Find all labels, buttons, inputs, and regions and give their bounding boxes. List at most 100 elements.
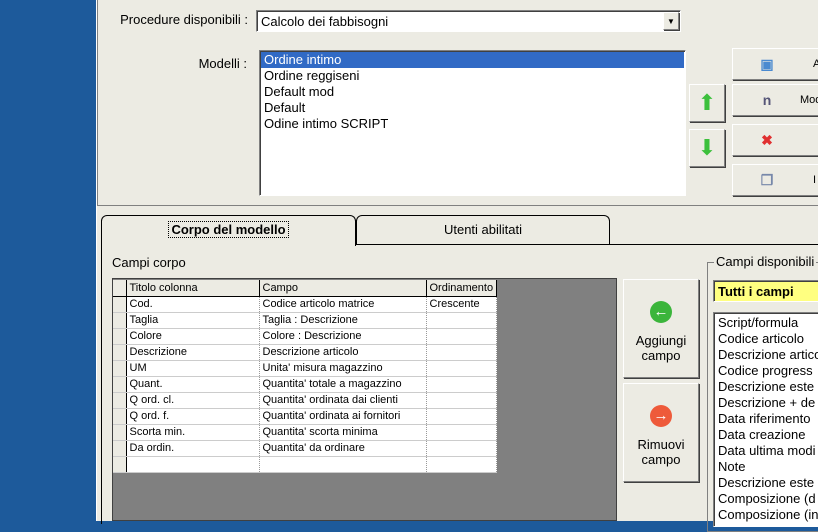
table-cell[interactable] bbox=[426, 408, 498, 425]
table-cell[interactable] bbox=[426, 424, 498, 441]
rename-icon: n bbox=[762, 92, 772, 108]
row-selector[interactable] bbox=[113, 344, 127, 361]
table-cell[interactable]: Quantita' ordinata dai clienti bbox=[259, 392, 427, 409]
table-cell[interactable] bbox=[426, 328, 498, 345]
table-row[interactable]: Taglia Taglia : Descrizione bbox=[113, 312, 498, 329]
table-cell[interactable]: Descrizione articolo bbox=[259, 344, 427, 361]
copy-icon: ❐ bbox=[760, 172, 774, 188]
available-field-item[interactable]: Codice progress bbox=[714, 363, 818, 379]
available-field-item[interactable]: Descrizione artico bbox=[714, 347, 818, 363]
procedure-combo[interactable]: Calcolo dei fabbisogni ▼ bbox=[256, 10, 681, 32]
add-field-label: Aggiungi campo bbox=[635, 333, 687, 363]
available-field-item[interactable]: Codice articolo bbox=[714, 331, 818, 347]
table-cell[interactable]: Colore : Descrizione bbox=[259, 328, 427, 345]
column-header[interactable]: Ordinamento bbox=[426, 280, 498, 297]
table-cell[interactable]: Quantita' da ordinare bbox=[259, 440, 427, 457]
add-database-icon: ▣ bbox=[760, 56, 774, 72]
table-cell[interactable] bbox=[426, 312, 498, 329]
row-selector[interactable] bbox=[113, 408, 127, 425]
row-selector[interactable] bbox=[113, 424, 127, 441]
arrow-up-icon: ⬆ bbox=[697, 90, 717, 115]
move-down-button[interactable]: ⬇ bbox=[689, 129, 725, 167]
available-field-item[interactable]: Data ultima modi bbox=[714, 443, 818, 459]
table-cell[interactable] bbox=[426, 376, 498, 393]
table-cell[interactable]: Crescente bbox=[426, 296, 498, 313]
column-header[interactable]: Titolo colonna bbox=[126, 280, 260, 297]
modello-item[interactable]: Ordine intimo bbox=[261, 52, 684, 68]
table-row[interactable]: Q ord. f. Quantita' ordinata ai fornitori bbox=[113, 408, 498, 425]
available-field-item[interactable]: Composizione (d bbox=[714, 491, 818, 507]
table-cell[interactable] bbox=[426, 456, 498, 473]
side-button-0[interactable]: ▣ A bbox=[732, 48, 818, 80]
arrow-left-icon: ← bbox=[650, 301, 672, 323]
table-row[interactable]: Colore Colore : Descrizione bbox=[113, 328, 498, 345]
chevron-down-icon[interactable]: ▼ bbox=[663, 12, 679, 30]
row-header-corner bbox=[113, 280, 127, 297]
row-selector[interactable] bbox=[113, 456, 127, 473]
table-cell[interactable]: Scorta min. bbox=[126, 424, 260, 441]
available-field-item[interactable]: Descrizione este bbox=[714, 379, 818, 395]
table-cell[interactable]: Colore bbox=[126, 328, 260, 345]
table-row[interactable]: Scorta min. Quantita' scorta minima bbox=[113, 424, 498, 441]
side-button-2[interactable]: ✖ bbox=[732, 124, 818, 156]
table-cell[interactable] bbox=[426, 440, 498, 457]
row-selector[interactable] bbox=[113, 440, 127, 457]
table-cell[interactable]: Cod. bbox=[126, 296, 260, 313]
table-cell[interactable]: Taglia bbox=[126, 312, 260, 329]
table-row[interactable]: Q ord. cl. Quantita' ordinata dai clienti bbox=[113, 392, 498, 409]
table-cell[interactable]: UM bbox=[126, 360, 260, 377]
available-field-item[interactable]: Script/formula bbox=[714, 315, 818, 331]
row-selector[interactable] bbox=[113, 312, 127, 329]
modello-item[interactable]: Odine intimo SCRIPT bbox=[261, 116, 684, 132]
available-field-item[interactable]: Descrizione este bbox=[714, 475, 818, 491]
modello-item[interactable]: Ordine reggiseni bbox=[261, 68, 684, 84]
table-cell[interactable]: Taglia : Descrizione bbox=[259, 312, 427, 329]
table-cell[interactable]: Q ord. f. bbox=[126, 408, 260, 425]
available-field-item[interactable]: Data riferimento bbox=[714, 411, 818, 427]
available-field-item[interactable]: Note bbox=[714, 459, 818, 475]
row-selector[interactable] bbox=[113, 328, 127, 345]
table-cell[interactable] bbox=[126, 456, 260, 473]
campi-corpo-grid[interactable]: Titolo colonna Campo Ordinamento Cod. Codice… bbox=[113, 280, 498, 473]
main-window: Procedure disponibili : Calcolo dei fabb… bbox=[96, 0, 818, 532]
remove-field-button[interactable]: → Rimuovi campo bbox=[623, 383, 699, 482]
move-up-button[interactable]: ⬆ bbox=[689, 84, 725, 122]
table-row[interactable]: Cod. Codice articolo matrice Crescente bbox=[113, 296, 498, 313]
campi-corpo-label: Campi corpo bbox=[112, 255, 186, 270]
modelli-list[interactable]: Ordine intimo Ordine reggiseni Default mod… bbox=[259, 50, 686, 196]
add-field-button[interactable]: ← Aggiungi campo bbox=[623, 279, 699, 378]
table-cell[interactable] bbox=[426, 392, 498, 409]
table-cell[interactable] bbox=[426, 360, 498, 377]
row-selector[interactable] bbox=[113, 376, 127, 393]
table-cell[interactable]: Unita' misura magazzino bbox=[259, 360, 427, 377]
column-header[interactable]: Campo bbox=[259, 280, 427, 297]
available-fields-list[interactable]: Script/formula Codice articolo Descrizione… bbox=[713, 312, 818, 527]
table-cell[interactable]: Q ord. cl. bbox=[126, 392, 260, 409]
table-row[interactable]: Quant. Quantita' totale a magazzino bbox=[113, 376, 498, 393]
table-row[interactable]: Da ordin. Quantita' da ordinare bbox=[113, 440, 498, 457]
table-row[interactable] bbox=[113, 456, 498, 473]
available-field-item[interactable]: Data creazione bbox=[714, 427, 818, 443]
table-cell[interactable] bbox=[259, 456, 427, 473]
table-cell[interactable]: Quantita' scorta minima bbox=[259, 424, 427, 441]
side-button-1[interactable]: n Mod bbox=[732, 84, 818, 116]
tab-corpo-del-modello[interactable]: Corpo del modello bbox=[101, 215, 356, 246]
table-row[interactable]: UM Unita' misura magazzino bbox=[113, 360, 498, 377]
row-selector[interactable] bbox=[113, 360, 127, 377]
available-field-item[interactable]: Descrizione + de bbox=[714, 395, 818, 411]
table-cell[interactable]: Da ordin. bbox=[126, 440, 260, 457]
table-cell[interactable]: Quant. bbox=[126, 376, 260, 393]
row-selector[interactable] bbox=[113, 392, 127, 409]
modello-item[interactable]: Default mod bbox=[261, 84, 684, 100]
row-selector[interactable] bbox=[113, 296, 127, 313]
table-cell[interactable]: Codice articolo matrice bbox=[259, 296, 427, 313]
table-cell[interactable]: Quantita' totale a magazzino bbox=[259, 376, 427, 393]
table-cell[interactable]: Descrizione bbox=[126, 344, 260, 361]
table-cell[interactable] bbox=[426, 344, 498, 361]
table-row[interactable]: Descrizione Descrizione articolo bbox=[113, 344, 498, 361]
side-button-3[interactable]: ❐ I bbox=[732, 164, 818, 196]
modello-item[interactable]: Default bbox=[261, 100, 684, 116]
tab-utenti-abilitati[interactable]: Utenti abilitati bbox=[356, 215, 610, 245]
filter-combo[interactable]: Tutti i campi bbox=[713, 280, 818, 302]
table-cell[interactable]: Quantita' ordinata ai fornitori bbox=[259, 408, 427, 425]
